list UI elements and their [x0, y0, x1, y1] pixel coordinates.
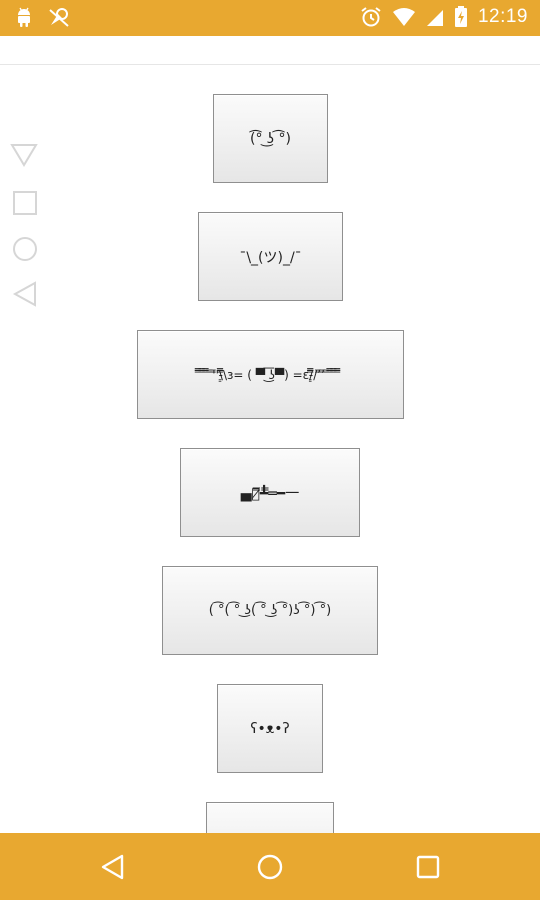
face-button-label: ( ͡°( ͡° ͜ʖ( ͡° ͜ʖ ͡°)ʖ ͡°) ͡°) [208, 603, 332, 618]
battery-icon [454, 6, 468, 28]
face-button-label: ¯\_(ツ)_/¯ [239, 249, 302, 266]
face-button-lenny[interactable]: (͡° ͜ʖ ͡°) [213, 94, 328, 183]
face-button-shrug[interactable]: ¯\_(ツ)_/¯ [198, 212, 343, 301]
debug-icon [48, 6, 70, 28]
face-button-label: ʕ•ᴥ•ʔ [250, 721, 290, 737]
face-button-nested-lenny[interactable]: ( ͡°( ͡° ͜ʖ( ͡° ͜ʖ ͡°)ʖ ͡°) ͡°) [162, 566, 378, 655]
status-bar: 12:19 [0, 0, 540, 36]
back-icon[interactable] [99, 853, 127, 885]
app-header [0, 36, 540, 65]
face-button-bear[interactable]: ʕ•ᴥ•ʔ [217, 684, 323, 773]
signal-icon [426, 7, 444, 27]
face-button-label: ▄︻̷̿┻̿═━一 [240, 485, 300, 502]
alarm-icon [360, 6, 382, 28]
face-button-guns[interactable]: ̿̿ ̿̿ ̿̿ ̿'̿'\̵͇̿̿\з= ( ▀ ͜͞ʖ▀) =ε/̵͇̿̿/… [137, 330, 404, 419]
recents-icon[interactable] [414, 853, 442, 885]
face-button-rifle[interactable]: ▄︻̷̿┻̿═━一 [180, 448, 360, 537]
triangle-left-icon[interactable] [11, 280, 39, 312]
square-icon[interactable] [12, 190, 38, 220]
android-icon [14, 6, 34, 28]
face-button-label: (͡° ͜ʖ ͡°) [250, 130, 291, 147]
status-time: 12:19 [477, 6, 528, 27]
wifi-icon [392, 7, 416, 27]
triangle-down-icon[interactable] [10, 142, 38, 172]
circle-icon[interactable] [11, 235, 39, 267]
face-button-label: ̿̿ ̿̿ ̿̿ ̿'̿'\̵͇̿̿\з= ( ▀ ͜͞ʖ▀) =ε/̵͇̿̿/… [200, 367, 341, 382]
navigation-bar [0, 833, 540, 900]
home-icon[interactable] [256, 853, 284, 885]
